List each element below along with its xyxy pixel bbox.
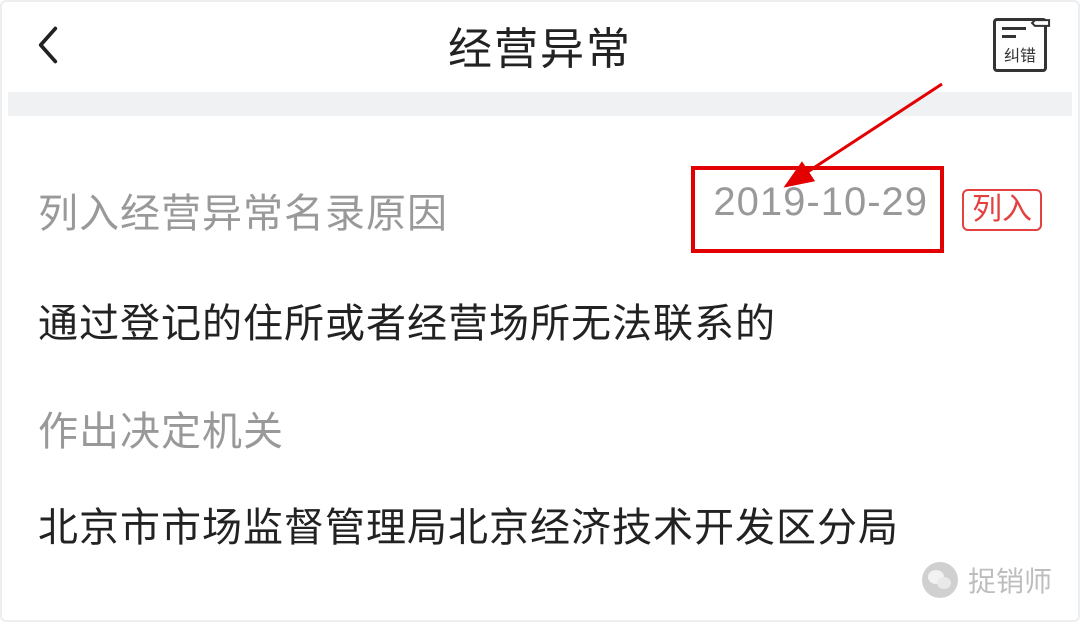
- authority-value: 北京市市场监督管理局北京经济技术开发区分局: [38, 495, 1042, 553]
- reason-header-row: 列入经营异常名录原因 2019-10-29 列入: [38, 166, 1042, 253]
- content-area: 列入经营异常名录原因 2019-10-29 列入 通过登记的住所或者经营场所无法…: [8, 116, 1072, 633]
- back-icon[interactable]: [33, 30, 63, 60]
- reason-label: 列入经营异常名录原因: [38, 181, 448, 239]
- status-tag: 列入: [962, 189, 1042, 231]
- header-bar: 经营异常 纠错: [8, 8, 1072, 92]
- page-title: 经营异常: [448, 13, 632, 77]
- watermark-text: 捉销师: [968, 560, 1052, 600]
- section-divider: [8, 92, 1072, 116]
- authority-label: 作出决定机关: [38, 399, 1042, 457]
- watermark: 捉销师: [922, 560, 1052, 600]
- date-highlight-box: 2019-10-29: [691, 166, 944, 253]
- date-status-group: 2019-10-29 列入: [691, 166, 1042, 253]
- wechat-icon: [922, 562, 958, 598]
- correction-label: 纠错: [1004, 49, 1036, 65]
- reason-value: 通过登记的住所或者经营场所无法联系的: [38, 291, 1042, 349]
- correction-button[interactable]: 纠错: [993, 18, 1047, 72]
- inclusion-date: 2019-10-29: [713, 180, 928, 224]
